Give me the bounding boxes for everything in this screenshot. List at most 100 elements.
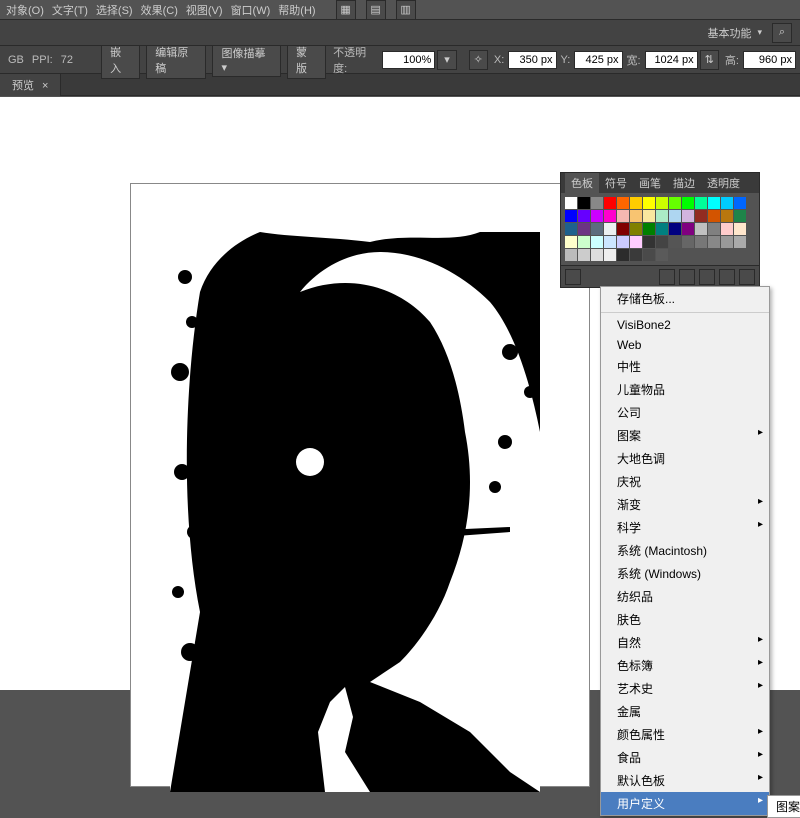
menu-item[interactable]: 系统 (Windows) — [601, 562, 769, 585]
swatch[interactable] — [695, 236, 707, 248]
swatch[interactable] — [630, 210, 642, 222]
swatch[interactable] — [565, 197, 577, 209]
swatch[interactable] — [656, 236, 668, 248]
menu-help[interactable]: 帮助(H) — [278, 2, 315, 18]
swatch[interactable] — [682, 210, 694, 222]
swatch[interactable] — [682, 236, 694, 248]
tab-swatches[interactable]: 色板 — [565, 173, 599, 193]
menu-item[interactable]: VisiBone2 — [601, 315, 769, 335]
swatch[interactable] — [734, 223, 746, 235]
swatch[interactable] — [656, 223, 668, 235]
menu-item[interactable]: 大地色调 — [601, 447, 769, 470]
swatch[interactable] — [708, 223, 720, 235]
swatch-library-icon[interactable] — [565, 269, 581, 285]
swatch[interactable] — [643, 249, 655, 261]
swatch[interactable] — [669, 236, 681, 248]
swatch[interactable] — [630, 223, 642, 235]
opacity-input[interactable]: 100% — [382, 51, 435, 69]
swatch[interactable] — [656, 249, 668, 261]
swatch[interactable] — [708, 210, 720, 222]
swatch[interactable] — [617, 197, 629, 209]
swatch[interactable] — [591, 249, 603, 261]
menu-text[interactable]: 文字(T) — [52, 2, 88, 18]
swatch[interactable] — [721, 210, 733, 222]
swatch[interactable] — [721, 236, 733, 248]
swatch[interactable] — [604, 223, 616, 235]
menu-icon-3[interactable]: ▥ — [396, 0, 416, 20]
swatch[interactable] — [643, 236, 655, 248]
menu-item[interactable]: 颜色属性 — [601, 723, 769, 746]
menu-view[interactable]: 视图(V) — [186, 2, 223, 18]
menu-item[interactable]: 渐变 — [601, 493, 769, 516]
placed-image[interactable] — [170, 232, 540, 792]
swatch[interactable] — [682, 223, 694, 235]
swatch[interactable] — [604, 210, 616, 222]
swatch[interactable] — [630, 236, 642, 248]
menu-item[interactable]: 存储色板... — [601, 287, 769, 310]
swatch[interactable] — [695, 223, 707, 235]
menu-item[interactable]: 金属 — [601, 700, 769, 723]
swatch[interactable] — [695, 210, 707, 222]
swatch[interactable] — [656, 197, 668, 209]
swatch[interactable] — [617, 249, 629, 261]
opacity-more-icon[interactable]: ▾ — [437, 50, 456, 70]
menu-item[interactable]: 科学 — [601, 516, 769, 539]
tab-stroke[interactable]: 描边 — [667, 173, 701, 193]
swatch[interactable] — [630, 249, 642, 261]
menu-item[interactable]: 食品 — [601, 746, 769, 769]
swatch[interactable] — [565, 249, 577, 261]
swatch[interactable] — [669, 223, 681, 235]
swatch[interactable] — [591, 197, 603, 209]
menu-window[interactable]: 窗口(W) — [231, 2, 271, 18]
image-trace-button[interactable]: 图像描摹 ▾ — [212, 42, 281, 77]
swatch[interactable] — [578, 249, 590, 261]
swatch[interactable] — [721, 223, 733, 235]
new-swatch-icon[interactable] — [719, 269, 735, 285]
menu-item[interactable]: 系统 (Macintosh) — [601, 539, 769, 562]
swatch[interactable] — [643, 197, 655, 209]
swatch[interactable] — [617, 236, 629, 248]
swatch[interactable] — [734, 197, 746, 209]
swatch[interactable] — [669, 210, 681, 222]
menu-item[interactable]: 公司 — [601, 401, 769, 424]
menu-item[interactable]: Web — [601, 335, 769, 355]
embed-button[interactable]: 嵌入 — [101, 41, 140, 79]
swatch[interactable] — [604, 249, 616, 261]
menu-object[interactable]: 对象(O) — [6, 2, 44, 18]
menu-item[interactable]: 纺织品 — [601, 585, 769, 608]
swatch-options-icon[interactable] — [679, 269, 695, 285]
delete-swatch-icon[interactable] — [739, 269, 755, 285]
swatch[interactable] — [565, 223, 577, 235]
w-input[interactable]: 1024 px — [645, 51, 698, 69]
swatch[interactable] — [578, 197, 590, 209]
h-input[interactable]: 960 px — [743, 51, 796, 69]
workspace-switcher[interactable]: 基本功能 — [707, 25, 751, 41]
menu-select[interactable]: 选择(S) — [96, 2, 133, 18]
swatch[interactable] — [591, 236, 603, 248]
search-icon[interactable]: ⌕ — [772, 23, 792, 43]
swatch[interactable] — [630, 197, 642, 209]
menu-icon-1[interactable]: ▦ — [336, 0, 356, 20]
swatch[interactable] — [604, 197, 616, 209]
swatch[interactable] — [578, 236, 590, 248]
mask-button[interactable]: 蒙版 — [287, 41, 326, 79]
swatch[interactable] — [708, 197, 720, 209]
swatch[interactable] — [604, 236, 616, 248]
y-input[interactable]: 425 px — [574, 51, 622, 69]
swatch[interactable] — [578, 210, 590, 222]
swatch[interactable] — [565, 236, 577, 248]
flyout-submenu[interactable]: 图案 — [767, 795, 800, 818]
menu-item[interactable]: 肤色 — [601, 608, 769, 631]
close-tab-icon[interactable]: × — [42, 80, 48, 92]
menu-item[interactable]: 自然 — [601, 631, 769, 654]
menu-item[interactable]: 默认色板 — [601, 769, 769, 792]
x-input[interactable]: 350 px — [508, 51, 556, 69]
swatch[interactable] — [617, 223, 629, 235]
menu-item[interactable]: 儿童物品 — [601, 378, 769, 401]
menu-item[interactable]: 图案 — [601, 424, 769, 447]
swatch[interactable] — [578, 223, 590, 235]
swatch[interactable] — [643, 210, 655, 222]
tab-transparency[interactable]: 透明度 — [701, 173, 746, 193]
document-tab[interactable]: 预览× — [0, 74, 61, 96]
swatch[interactable] — [669, 197, 681, 209]
